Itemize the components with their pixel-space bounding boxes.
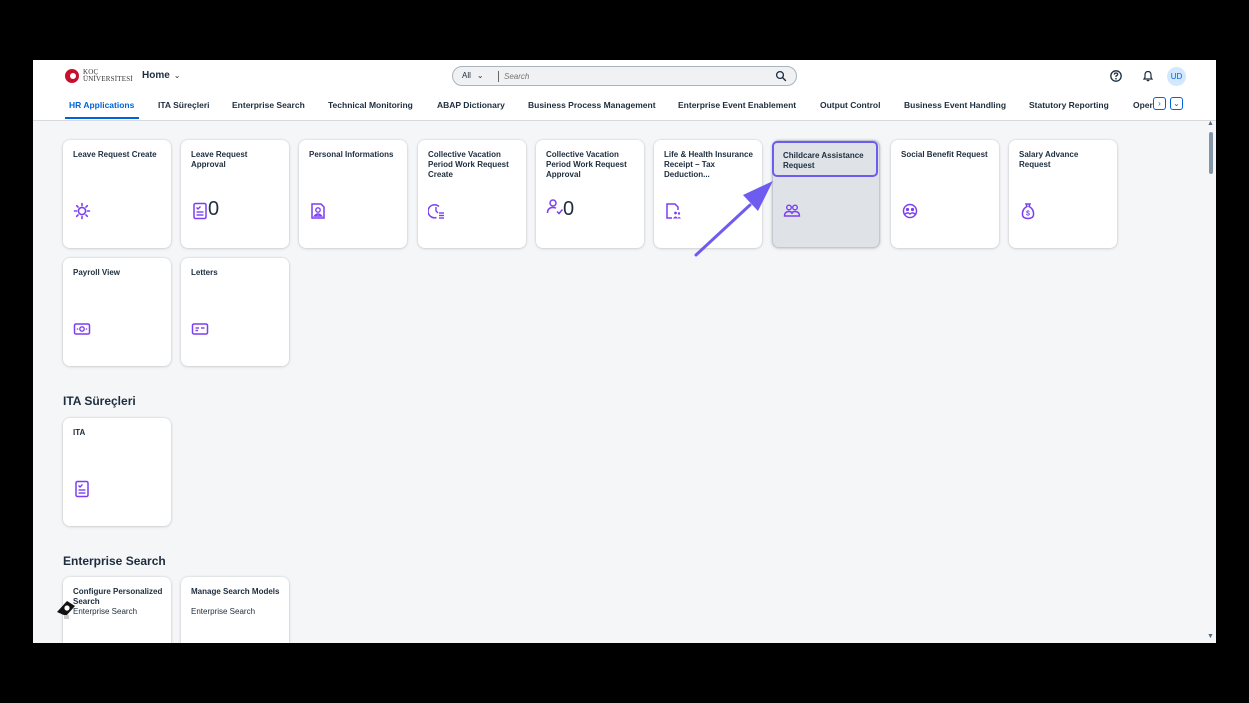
tab-enterprise-event-enablement[interactable]: Enterprise Event Enablement [678,100,796,110]
money-bills-icon [73,323,91,335]
active-tab-indicator [65,117,139,119]
person-check-icon [546,199,564,215]
logo-line-2: ÜNİVERSİTESİ [83,75,133,83]
checklist-icon [75,480,89,498]
section-title-ita: ITA Süreçleri [63,394,136,408]
logo-mark-icon [65,69,79,83]
section-title-enterprise-search: Enterprise Search [63,554,166,568]
tile-letters[interactable]: Letters [181,258,289,366]
home-menu-button[interactable]: Home ⌄ [142,70,181,81]
chevron-down-icon: ⌄ [173,71,181,80]
people-circle-icon [902,203,918,219]
document-people-icon [666,203,681,219]
launchpad-screen: KOÇ ÜNİVERSİTESİ Home ⌄ All ⌄ Search UD … [33,60,1216,643]
scroll-down-icon[interactable]: ▼ [1207,633,1214,640]
tab-bar: HR Applications ITA Süreçleri Enterprise… [33,90,1216,120]
vertical-scrollbar[interactable]: ▲ ▼ [1206,120,1216,643]
tile-leave-request-approval[interactable]: Leave Request Approval 0 [181,140,289,248]
tile-manage-search-models[interactable]: Manage Search Models Enterprise Search [181,577,289,643]
person-card-icon [311,203,325,219]
tile-personal-informations[interactable]: Personal Informations [299,140,407,248]
tile-title: ITA [73,428,86,437]
tile-title: Collective Vacation Period Work Request … [546,150,627,179]
tile-title: Payroll View [73,268,120,277]
tile-collective-vacation-create[interactable]: Collective Vacation Period Work Request … [418,140,526,248]
search-bar: All ⌄ [452,66,797,86]
tab-overflow-menu-button[interactable]: ⌄ [1170,97,1183,110]
tile-subtitle: Enterprise Search [73,607,138,616]
scrollbar-thumb[interactable] [1209,132,1213,174]
svg-text:$: $ [1026,211,1030,218]
drag-cursor-icon [57,601,75,619]
search-input[interactable] [504,70,764,83]
checklist-icon [193,202,207,220]
settings-sun-icon [73,202,91,220]
tab-abap-dictionary[interactable]: ABAP Dictionary [437,100,505,110]
help-icon[interactable] [1109,69,1123,83]
tile-title: Social Benefit Request [901,150,988,159]
tile-title: Manage Search Models [191,587,280,596]
tile-title: Collective Vacation Period Work Request … [428,150,509,179]
tile-subtitle: Enterprise Search [191,607,256,616]
tile-title: Leave Request Create [73,150,157,159]
search-scope-label: All [462,71,471,80]
tile-configure-personalized-search[interactable]: Configure Personalized Search Enterprise… [57,577,171,643]
tab-business-event-handling[interactable]: Business Event Handling [904,100,1006,110]
tab-hr-applications[interactable]: HR Applications [69,100,134,110]
tab-business-process-management[interactable]: Business Process Management [528,100,656,110]
tile-title: Letters [191,268,218,277]
tile-count: 0 [208,198,220,220]
tile-title: Configure Personalized Search [73,587,163,606]
tile-title: Personal Informations [309,150,394,159]
card-icon [191,323,209,335]
search-scope-select[interactable]: All ⌄ [462,71,484,80]
tile-count: 0 [563,198,575,220]
chevron-down-icon: ⌄ [476,71,484,80]
tab-scroll-right-button[interactable]: › [1153,97,1166,110]
notifications-bell-icon[interactable] [1141,69,1155,83]
search-icon[interactable] [775,70,787,82]
tab-enterprise-search[interactable]: Enterprise Search [232,100,305,110]
tab-oper[interactable]: Oper [1133,100,1153,110]
tile-payroll-view[interactable]: Payroll View [63,258,171,366]
annotation-arrow-icon [694,181,773,257]
logo-text: KOÇ ÜNİVERSİTESİ [83,69,133,83]
tile-title: Salary Advance Request [1019,150,1079,169]
scroll-up-icon[interactable]: ▲ [1207,120,1214,127]
company-logo[interactable]: KOÇ ÜNİVERSİTESİ [65,69,133,83]
tab-statutory-reporting[interactable]: Statutory Reporting [1029,100,1109,110]
tile-collective-vacation-approval[interactable]: Collective Vacation Period Work Request … [536,140,644,248]
money-bag-icon: $ [1021,203,1035,220]
user-avatar[interactable]: UD [1167,67,1186,86]
home-label: Home [142,70,170,81]
tab-ita-surecleri[interactable]: ITA Süreçleri [158,100,210,110]
tile-leave-request-create[interactable]: Leave Request Create [63,140,171,248]
clock-list-icon [428,204,444,219]
tile-title: Leave Request Approval [191,150,248,169]
search-divider [498,71,499,82]
shell-bar: KOÇ ÜNİVERSİTESİ Home ⌄ All ⌄ Search UD … [33,60,1216,121]
tab-output-control[interactable]: Output Control [820,100,880,110]
tile-salary-advance[interactable]: Salary Advance Request $ [1009,140,1117,248]
tile-ita[interactable]: ITA [63,418,171,526]
tab-technical-monitoring[interactable]: Technical Monitoring [328,100,413,110]
tile-social-benefit[interactable]: Social Benefit Request [891,140,999,248]
